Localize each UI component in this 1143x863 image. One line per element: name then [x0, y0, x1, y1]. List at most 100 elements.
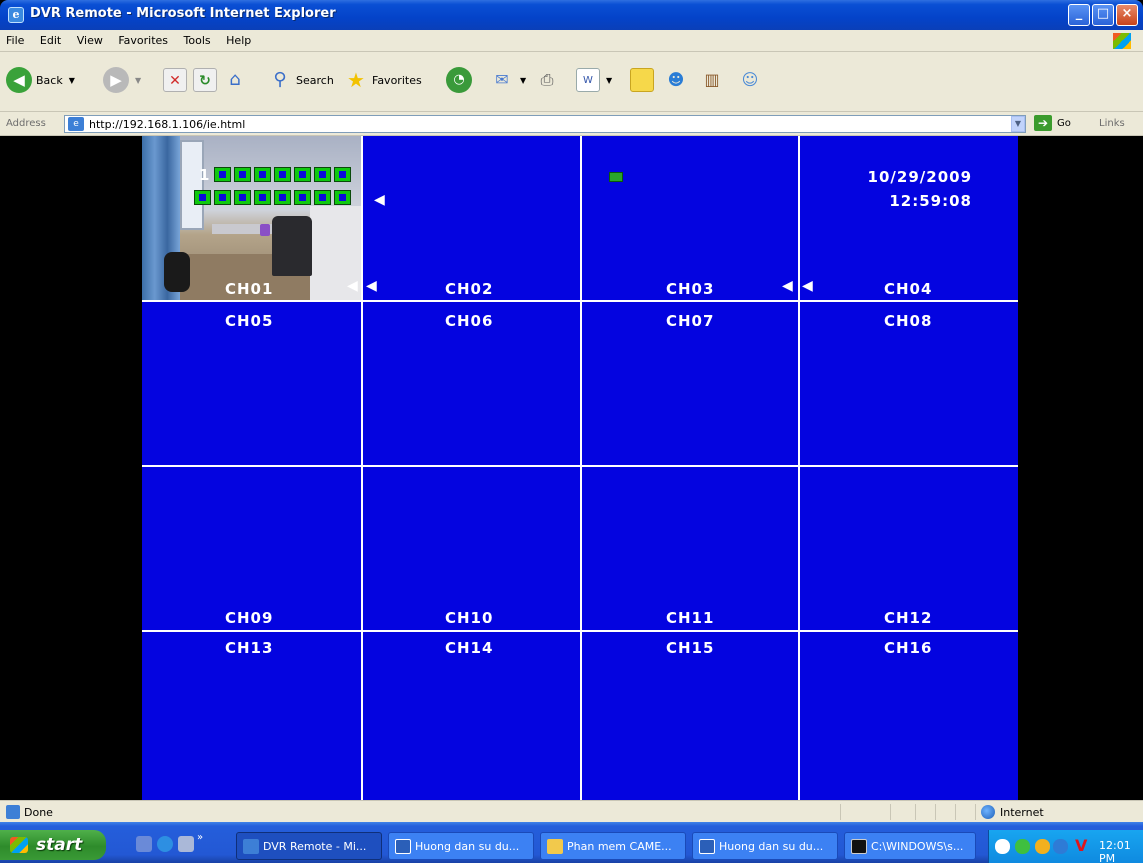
print-button[interactable]: ⎙	[535, 64, 559, 96]
quicklaunch-ie-icon[interactable]	[157, 836, 173, 852]
tray-network-icon[interactable]	[1015, 839, 1030, 854]
motion-box-icon	[254, 190, 271, 205]
stop-icon: ✕	[163, 68, 187, 92]
favorites-label: Favorites	[372, 73, 422, 87]
motion-box-icon	[294, 190, 311, 205]
menu-tools[interactable]: Tools	[178, 30, 217, 47]
minimize-button[interactable]: _	[1068, 4, 1090, 26]
task-command-prompt[interactable]: C:\WINDOWS\s...	[844, 832, 976, 860]
audio-speaker-icon: ◀	[347, 278, 358, 294]
channel-label-ch01: CH01	[225, 280, 274, 298]
forward-dropdown-icon[interactable]: ▼	[135, 76, 141, 85]
menu-help[interactable]: Help	[220, 30, 257, 47]
channel-label-ch07: CH07	[666, 312, 715, 330]
quicklaunch-icon[interactable]	[178, 836, 194, 852]
cam-chair	[272, 216, 312, 276]
messenger-button[interactable]: ☻	[664, 64, 688, 96]
grid-divider	[142, 465, 1018, 467]
back-dropdown-icon[interactable]: ▼	[69, 76, 75, 85]
address-bar: Address e http://192.168.1.106/ie.html ▼…	[0, 112, 1143, 136]
motion-box-icon	[334, 190, 351, 205]
quicklaunch-icon[interactable]	[136, 836, 152, 852]
motion-box-icon	[214, 190, 231, 205]
menu-edit[interactable]: Edit	[34, 30, 67, 47]
menu-favorites[interactable]: Favorites	[112, 30, 174, 47]
channel-label-ch02: CH02	[445, 280, 494, 298]
dvr-time: 12:59:08	[889, 192, 972, 210]
forward-button[interactable]: ▶ ▼	[103, 64, 141, 96]
channel-label-ch03: CH03	[666, 280, 715, 298]
task-folder[interactable]: Phan mem CAME...	[540, 832, 686, 860]
stop-button[interactable]: ✕	[163, 64, 187, 96]
motion-box-icon	[314, 167, 331, 182]
motion-box-icon	[334, 167, 351, 182]
tray-expand-icon[interactable]	[995, 839, 1010, 854]
edit-word-button[interactable]: W ▼	[576, 64, 612, 96]
ie-icon: e	[8, 7, 24, 23]
mail-dropdown-icon[interactable]: ▼	[520, 76, 526, 85]
audio-speaker-icon: ◀	[802, 278, 813, 294]
favorites-button[interactable]: ★ Favorites	[344, 64, 422, 96]
home-button[interactable]: ⌂	[223, 64, 247, 96]
start-button[interactable]: start	[0, 830, 106, 860]
address-dropdown-icon[interactable]: ▼	[1011, 116, 1025, 132]
cam-black-object	[164, 252, 190, 292]
tray-app-icon[interactable]	[1035, 839, 1050, 854]
motion-box-icon	[214, 167, 231, 182]
task-label: DVR Remote - Mi...	[263, 840, 367, 853]
links-button[interactable]: Links	[1099, 118, 1125, 129]
motion-box-icon	[274, 167, 291, 182]
word-doc-icon	[395, 839, 411, 854]
research-button[interactable]: ▥	[700, 64, 724, 96]
edit-dropdown-icon[interactable]: ▼	[606, 76, 612, 85]
task-label: C:\WINDOWS\s...	[871, 840, 964, 853]
dvr-channel-grid[interactable]: 1 ◀ ◀ ◀ ◀ ◀ 10/29/2009 12:59:08 CH01 CH0…	[142, 136, 1018, 800]
refresh-icon: ↻	[193, 68, 217, 92]
ch01-video-feed[interactable]	[142, 136, 361, 300]
motion-box-icon	[294, 167, 311, 182]
task-dvr-remote[interactable]: DVR Remote - Mi...	[236, 832, 382, 860]
tray-antivirus-icon[interactable]: V	[1075, 836, 1087, 855]
status-divider	[955, 804, 956, 820]
motion-box-icon	[314, 190, 331, 205]
go-arrow-icon: ➔	[1034, 115, 1052, 131]
close-button[interactable]: ×	[1116, 4, 1138, 26]
search-button[interactable]: ⚲ Search	[268, 64, 333, 96]
menu-file[interactable]: File	[0, 30, 30, 47]
search-icon: ⚲	[273, 69, 287, 90]
channel-label-ch08: CH08	[884, 312, 933, 330]
taskbar-clock[interactable]: 12:01 PM	[1099, 839, 1143, 863]
go-button[interactable]: ➔ Go	[1034, 115, 1071, 131]
motion-box-icon	[234, 167, 251, 182]
mail-button[interactable]: ✉ ▼	[490, 64, 526, 96]
windows-flag-icon	[10, 837, 28, 853]
people-icon: ☻	[667, 70, 685, 89]
quicklaunch-more-icon[interactable]: »	[197, 832, 203, 843]
channel-label-ch04: CH04	[884, 280, 933, 298]
channel-label-ch16: CH16	[884, 639, 933, 657]
task-word-doc-2[interactable]: Huong dan su du...	[692, 832, 838, 860]
contacts-icon: ☺	[741, 70, 759, 89]
contacts-button[interactable]: ☺	[738, 64, 762, 96]
start-label: start	[36, 835, 83, 855]
grid-divider	[580, 136, 582, 800]
status-divider	[890, 804, 891, 820]
tray-app-icon[interactable]	[1053, 839, 1068, 854]
channel-label-ch10: CH10	[445, 609, 494, 627]
menu-view[interactable]: View	[71, 30, 109, 47]
menu-bar: File Edit View Favorites Tools Help	[0, 30, 1143, 52]
forward-arrow-icon: ▶	[103, 67, 129, 93]
discuss-button[interactable]	[630, 64, 654, 96]
status-bar: Done Internet	[0, 800, 1143, 822]
maximize-button[interactable]: □	[1092, 4, 1114, 26]
taskbar: start » DVR Remote - Mi... Huong dan su …	[0, 822, 1143, 863]
history-button[interactable]: ◔	[446, 64, 472, 96]
back-button[interactable]: ◀ Back ▼	[6, 64, 75, 96]
windows-logo-icon	[1113, 33, 1131, 49]
channel-label-ch12: CH12	[884, 609, 933, 627]
refresh-button[interactable]: ↻	[193, 64, 217, 96]
address-url[interactable]: http://192.168.1.106/ie.html	[89, 118, 245, 131]
task-word-doc[interactable]: Huong dan su du...	[388, 832, 534, 860]
folder-icon	[547, 839, 563, 854]
address-input[interactable]: e http://192.168.1.106/ie.html	[64, 115, 1026, 133]
